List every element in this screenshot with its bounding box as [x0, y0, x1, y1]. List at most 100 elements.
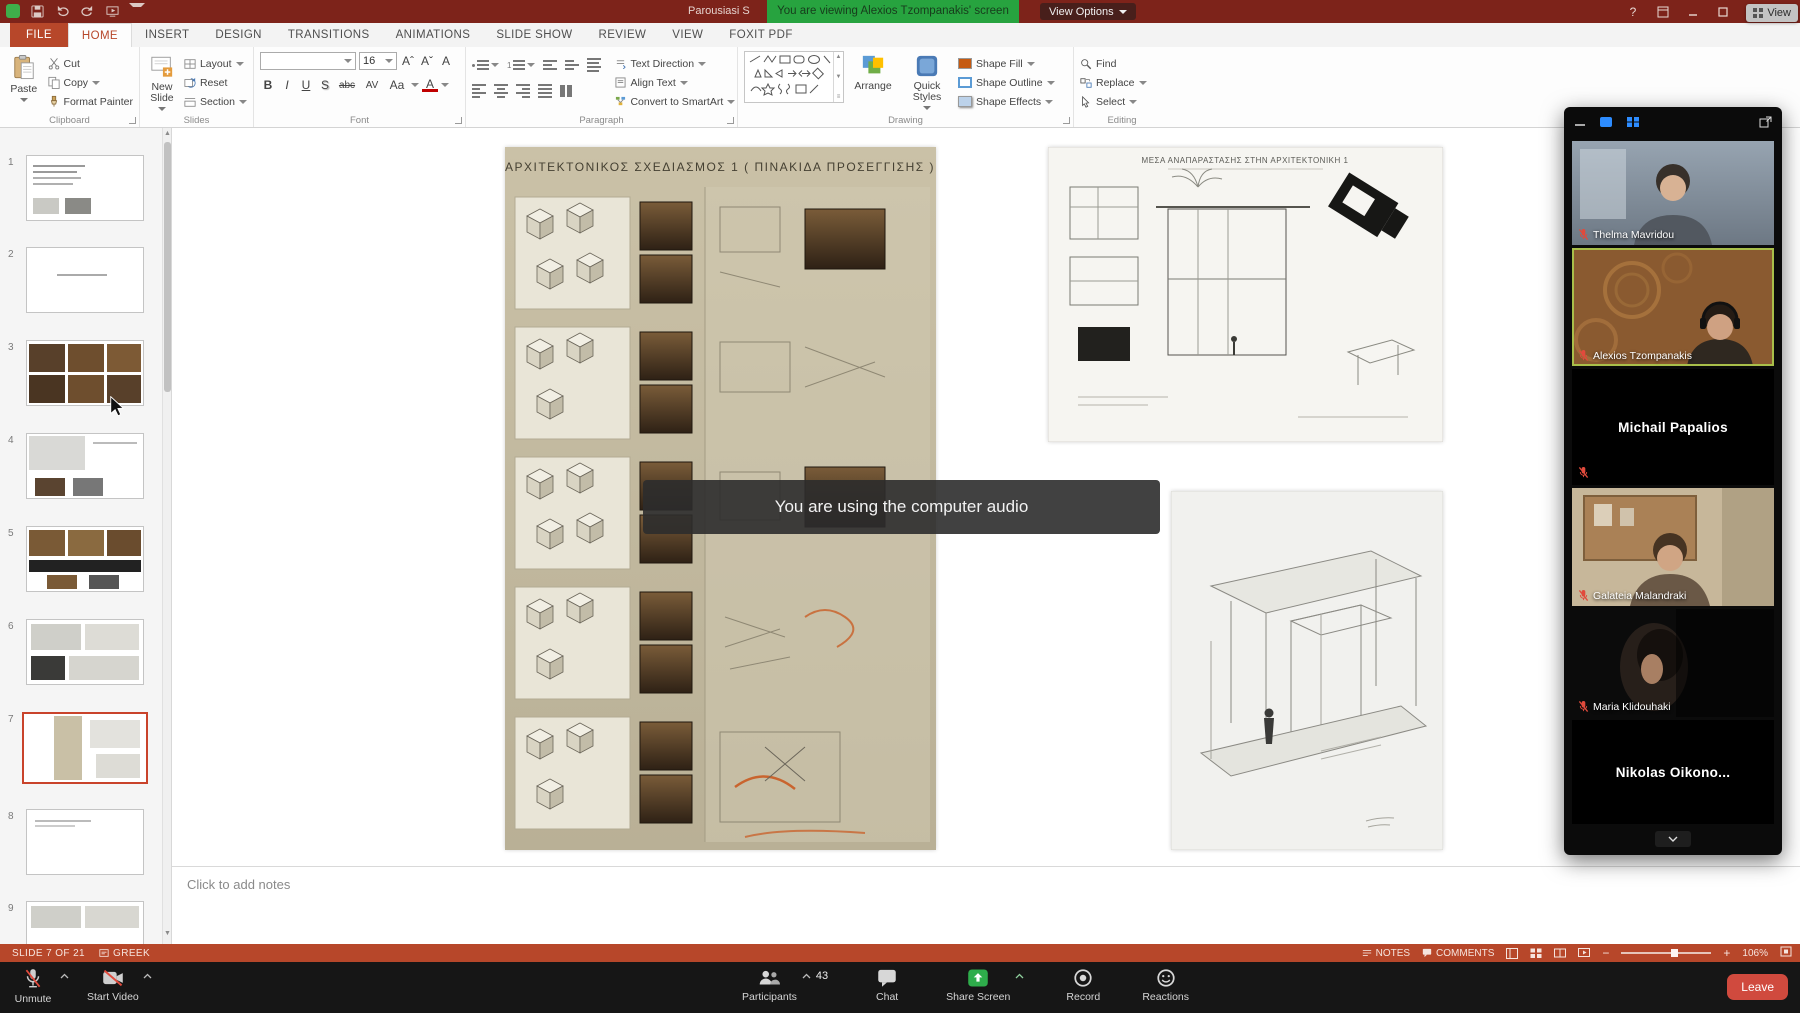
slide-thumbnail[interactable] [26, 901, 144, 944]
unmute-button[interactable]: Unmute [10, 968, 56, 1005]
notes-pane[interactable]: Click to add notes [172, 866, 1800, 944]
gallery-view-icon[interactable] [1626, 116, 1640, 128]
tab-design[interactable]: DESIGN [202, 23, 275, 47]
leave-button[interactable]: Leave [1727, 974, 1788, 1000]
comments-toggle-button[interactable]: COMMENTS [1422, 948, 1494, 959]
shape-effects-button[interactable]: Shape Effects [958, 93, 1055, 110]
numbering-button[interactable]: 1 [507, 60, 535, 70]
tab-slide-show[interactable]: SLIDE SHOW [483, 23, 585, 47]
section-button[interactable]: Section [184, 93, 247, 110]
align-text-button[interactable]: Align Text [615, 74, 735, 91]
slide-thumbnail[interactable] [26, 619, 144, 685]
redo-icon[interactable] [79, 3, 95, 19]
slideshow-view-button[interactable] [1578, 948, 1590, 959]
participants-button[interactable]: Participants [742, 968, 797, 1003]
quick-styles-button[interactable]: Quick Styles [902, 51, 952, 112]
record-button[interactable]: Record [1060, 968, 1106, 1003]
notes-placeholder[interactable]: Click to add notes [187, 877, 290, 892]
paragraph-dialog-launcher[interactable] [727, 117, 734, 124]
convert-to-smartart-button[interactable]: Convert to SmartArt [615, 93, 735, 110]
strikethrough-button[interactable]: abc [336, 80, 358, 91]
italic-button[interactable]: I [279, 78, 295, 92]
tab-animations[interactable]: ANIMATIONS [383, 23, 484, 47]
copy-button[interactable]: Copy [48, 74, 133, 91]
slide-canvas[interactable]: ΑΡΧΙΤΕΚΤΟΝΙΚΟΣ ΣΧΕΔΙΑΣΜΟΣ 1 ( ΠΙΝΑΚΙΔΑ Π… [172, 128, 1800, 866]
panel-minimize-icon[interactable] [1574, 116, 1586, 128]
reactions-button[interactable]: Reactions [1142, 968, 1189, 1003]
tab-insert[interactable]: INSERT [132, 23, 202, 47]
video-options-chevron-icon[interactable] [143, 972, 152, 981]
slide-image-board-bottomright[interactable] [1171, 491, 1443, 850]
bullets-button[interactable] [472, 60, 499, 70]
font-dialog-launcher[interactable] [455, 117, 462, 124]
thumbnail-scrollbar[interactable]: ▲ ▼ [162, 128, 171, 944]
slide-thumbnail[interactable] [26, 155, 144, 221]
notes-toggle-button[interactable]: NOTES [1362, 948, 1410, 959]
zoom-view-chip[interactable]: View [1746, 4, 1798, 22]
tab-foxit-pdf[interactable]: FOXIT PDF [716, 23, 805, 47]
increase-indent-button[interactable] [565, 60, 579, 70]
replace-button[interactable]: Replace [1080, 74, 1147, 91]
tab-view[interactable]: VIEW [659, 23, 716, 47]
scroll-up-icon[interactable]: ▲ [163, 128, 172, 140]
shape-outline-button[interactable]: Shape Outline [958, 74, 1055, 91]
increase-font-size-button[interactable]: Aˆ [400, 54, 416, 68]
clipboard-dialog-launcher[interactable] [129, 117, 136, 124]
align-right-button[interactable] [516, 84, 530, 98]
zoom-out-button[interactable]: − [1602, 946, 1609, 960]
unmute-options-chevron-icon[interactable] [60, 972, 69, 981]
reading-view-button[interactable] [1554, 948, 1566, 959]
underline-button[interactable]: U [298, 78, 314, 92]
text-shadow-button[interactable]: S [317, 78, 333, 92]
find-button[interactable]: Find [1080, 55, 1147, 72]
participant-video-tile[interactable]: Thelma Mavridou [1572, 141, 1774, 245]
shape-fill-button[interactable]: Shape Fill [958, 55, 1055, 72]
drawing-dialog-launcher[interactable] [1063, 117, 1070, 124]
new-slide-button[interactable]: New Slide [146, 51, 178, 112]
help-icon[interactable]: ? [1626, 5, 1640, 19]
slide-thumbnail[interactable] [26, 340, 144, 406]
decrease-indent-button[interactable] [543, 60, 557, 70]
slide-thumbnail[interactable] [26, 247, 144, 313]
start-from-beginning-icon[interactable] [104, 3, 120, 19]
align-center-button[interactable] [494, 84, 508, 98]
view-options-button[interactable]: View Options [1040, 3, 1136, 20]
columns-button[interactable] [560, 85, 574, 97]
font-color-button[interactable]: A [422, 79, 438, 92]
slide-thumbnail-selected[interactable] [22, 712, 148, 784]
tab-transitions[interactable]: TRANSITIONS [275, 23, 383, 47]
format-painter-button[interactable]: Format Painter [48, 93, 133, 110]
participant-name-tile[interactable]: Michail Papalios [1572, 369, 1774, 485]
select-button[interactable]: Select [1080, 93, 1147, 110]
collapse-panel-button[interactable] [1655, 831, 1691, 847]
language-indicator[interactable]: GREEK [99, 948, 150, 959]
slide-thumbnail[interactable] [26, 433, 144, 499]
maximize-icon[interactable] [1716, 5, 1730, 19]
slide-sorter-view-button[interactable] [1530, 948, 1542, 959]
ribbon-display-options-icon[interactable] [1656, 5, 1670, 19]
change-case-button[interactable]: Aa [386, 78, 408, 92]
slide-thumbnail[interactable] [26, 809, 144, 875]
shapes-gallery[interactable]: ▲▼≡ [744, 51, 844, 103]
minimize-icon[interactable] [1686, 5, 1700, 19]
tab-file[interactable]: FILE [10, 23, 68, 47]
slide-image-board-topright[interactable]: ΜΕΣΑ ΑΝΑΠΑΡΑΣΤΑΣΗΣ ΣΤΗΝ ΑΡΧΙΤΕΚΤΟΝΙΚΗ 1 [1048, 147, 1443, 442]
character-spacing-button[interactable]: AV [361, 80, 383, 91]
font-name-combobox[interactable] [260, 52, 356, 70]
chat-button[interactable]: Chat [864, 968, 910, 1003]
participant-video-tile[interactable]: Galateia Malandraki [1572, 488, 1774, 606]
share-chevron-icon[interactable] [1015, 972, 1024, 981]
zoom-slider[interactable] [1621, 952, 1711, 954]
save-icon[interactable] [29, 3, 45, 19]
text-direction-button[interactable]: Text Direction [615, 55, 735, 72]
participant-name-tile[interactable]: Nikolas Oikono... [1572, 720, 1774, 824]
share-screen-button[interactable]: Share Screen [946, 968, 1010, 1003]
speaker-view-icon[interactable] [1599, 116, 1613, 128]
panel-popout-icon[interactable] [1759, 116, 1772, 128]
clear-formatting-button[interactable]: A [438, 54, 454, 68]
participants-chevron-icon[interactable] [802, 972, 811, 981]
decrease-font-size-button[interactable]: Aˇ [419, 54, 435, 68]
layout-button[interactable]: Layout [184, 55, 247, 72]
tab-home[interactable]: HOME [68, 23, 132, 47]
reset-button[interactable]: Reset [184, 74, 247, 91]
